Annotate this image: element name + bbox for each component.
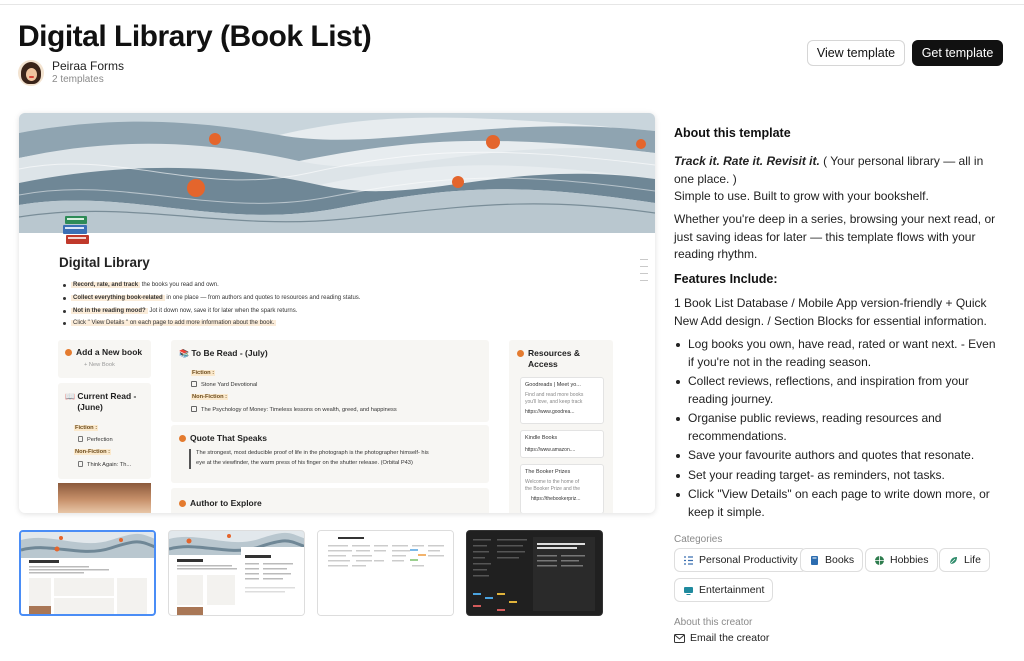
view-template-button[interactable]: View template	[807, 40, 905, 66]
resources-block: Resources & Access Goodreads | Meet yo...…	[509, 340, 613, 513]
about-title: About this template	[674, 126, 791, 140]
list-item: Collect everything book-related in one p…	[63, 292, 563, 305]
resource-card[interactable]: The Booker Prizes Welcome to the home of…	[520, 464, 604, 513]
thumbnail-image	[21, 532, 154, 614]
list-item: Set your reading target- as reminders, n…	[674, 467, 1004, 485]
cover-image	[19, 113, 655, 233]
list-item: Record, rate, and track the books you re…	[63, 279, 563, 292]
current-read-title: 📖 Current Read - (June)	[65, 391, 137, 412]
list-item: Collect reviews, reflections, and inspir…	[674, 373, 1004, 408]
books-emoji-icon	[63, 216, 89, 244]
fiction-label: Fiction :	[74, 425, 99, 431]
leaf-icon	[949, 556, 957, 564]
thumbnail-image	[169, 531, 304, 615]
book-icon	[811, 555, 818, 565]
category-books[interactable]: Books	[800, 548, 864, 572]
list-item: Organise public reviews, reading resourc…	[674, 410, 1004, 445]
quote-title: Quote That Speaks	[179, 433, 267, 443]
outline-indicator	[640, 259, 648, 287]
list-item: Click " View Details " on each page to a…	[63, 317, 563, 330]
about-creator-label: About this creator	[674, 617, 753, 628]
get-template-button[interactable]: Get template	[912, 40, 1003, 66]
author-title: Author to Explore	[179, 498, 262, 508]
tv-icon	[684, 586, 693, 595]
about-tagline: Track it. Rate it. Revisit it. ( Your pe…	[674, 154, 984, 186]
to-be-read-block: 📚 To Be Read - (July) Fiction : Stone Ya…	[171, 340, 489, 422]
add-book-title: Add a New book	[65, 347, 142, 357]
creator-template-count: 2 templates	[52, 74, 104, 85]
features-title: Features Include:	[674, 272, 778, 286]
top-divider	[0, 4, 1024, 5]
list-item: Not in the reading mood? Jot it down now…	[63, 305, 563, 318]
resource-card[interactable]: Kindle Books https://www.amazon....	[520, 430, 604, 458]
mail-icon	[674, 633, 685, 643]
category-hobbies[interactable]: Hobbies	[865, 548, 938, 572]
features-list: Log books you own, have read, rated or w…	[674, 336, 1004, 523]
tbr-nonfiction-item[interactable]: The Psychology of Money: Timeless lesson…	[191, 406, 397, 413]
about-line: Simple to use. Built to grow with your b…	[674, 189, 929, 203]
list-item: Log books you own, have read, rated or w…	[674, 336, 1004, 371]
creator-info[interactable]: Peiraa Forms 2 templates	[18, 59, 124, 86]
book-icon: 📖	[65, 392, 75, 401]
current-read-block: 📖 Current Read - (June) Fiction : Perfec…	[58, 383, 151, 479]
to-be-read-title: 📚 To Be Read - (July)	[179, 348, 268, 358]
page-title: Digital Library (Book List)	[18, 20, 372, 53]
book-photo	[58, 483, 151, 513]
quote-text-line: eye at the viewfinder, the warm press of…	[196, 460, 413, 466]
resource-card[interactable]: Goodreads | Meet yo... Find and read mor…	[520, 377, 604, 424]
doc-title: Digital Library	[59, 255, 150, 270]
intro-bullets: Record, rate, and track the books you re…	[63, 279, 563, 330]
thumbnail-2[interactable]	[168, 530, 305, 616]
nonfiction-label: Non-Fiction :	[191, 394, 229, 400]
category-personal-productivity[interactable]: Personal Productivity	[674, 548, 807, 572]
email-creator-link[interactable]: Email the creator	[674, 632, 769, 644]
resources-title: Resources & Access	[517, 348, 580, 370]
current-fiction-item[interactable]: Perfection	[78, 436, 113, 443]
current-nonfiction-item[interactable]: Think Again: Th...	[78, 461, 131, 468]
template-preview[interactable]: Digital Library Record, rate, and track …	[19, 113, 655, 513]
books-icon: 📚	[179, 349, 189, 358]
quote-text-line: The strongest, most deducible proof of l…	[196, 450, 429, 456]
fiction-label: Fiction :	[191, 370, 216, 376]
avatar[interactable]	[18, 59, 44, 86]
nonfiction-label: Non-Fiction :	[74, 449, 112, 455]
list-item: Save your favourite authors and quotes t…	[674, 447, 1004, 465]
category-life[interactable]: Life	[939, 548, 990, 572]
thumbnail-image	[467, 531, 602, 615]
about-paragraph: Whether you're deep in a series, browsin…	[674, 212, 996, 261]
tbr-fiction-item[interactable]: Stone Yard Devotional	[191, 381, 257, 388]
quote-block: Quote That Speaks The strongest, most de…	[171, 425, 489, 483]
thumbnail-3[interactable]	[317, 530, 454, 616]
list-item: Click "View Details" on each page to wri…	[674, 486, 1004, 521]
features-intro: 1 Book List Database / Mobile App versio…	[674, 296, 987, 328]
thumbnail-1[interactable]	[19, 530, 156, 616]
categories-label: Categories	[674, 534, 723, 545]
new-book-button[interactable]: + New Book	[84, 362, 115, 368]
thumbnail-image	[318, 531, 453, 615]
author-block: Author to Explore	[171, 488, 489, 513]
checklist-icon	[684, 555, 693, 565]
add-book-block: Add a New book + New Book	[58, 340, 151, 378]
creator-name[interactable]: Peiraa Forms	[52, 59, 124, 73]
thumbnail-4[interactable]	[466, 530, 603, 616]
ball-icon	[875, 555, 884, 565]
category-entertainment[interactable]: Entertainment	[674, 578, 774, 602]
